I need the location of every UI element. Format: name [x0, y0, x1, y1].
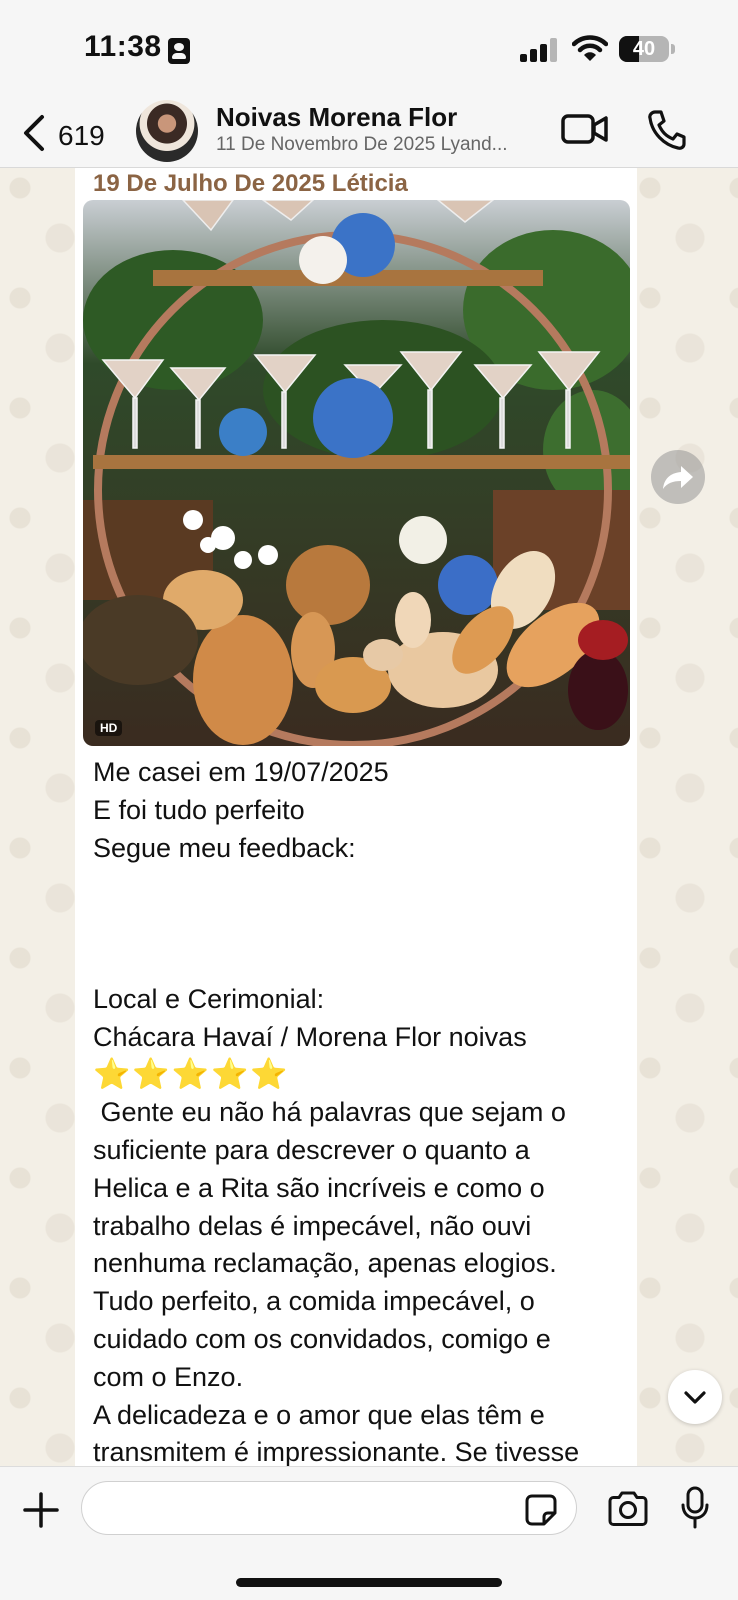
message-line: suficiente para descrever o quanto a	[93, 1134, 530, 1165]
message-line: Tudo perfeito, a comida impecável, o	[93, 1286, 535, 1317]
message-line: Gente eu não há palavras que sejam o	[93, 1097, 566, 1128]
status-bar: 11:38 40	[0, 0, 738, 100]
attach-button[interactable]	[22, 1491, 60, 1529]
message-line: nenhuma reclamação, apenas elogios.	[93, 1248, 557, 1279]
sticker-icon	[525, 1494, 557, 1526]
wifi-icon	[571, 34, 609, 64]
message-line: com o Enzo.	[93, 1361, 244, 1392]
battery-percent: 40	[632, 38, 656, 60]
message-line: Chácara Havaí / Morena Flor noivas	[93, 1021, 527, 1052]
chat-subtitle[interactable]: 11 De Novembro De 2025 Lyand...	[216, 134, 546, 156]
chat-area: 19 De Julho De 2025 Léticia HD Me casei …	[0, 168, 738, 1466]
message-text: Me casei em 19/07/2025 E foi tudo perfeit…	[93, 754, 623, 1466]
camera-icon	[608, 1491, 648, 1526]
message-line: trabalho delas é impecável, não ouvi	[93, 1210, 532, 1241]
message-line: Me casei em 19/07/2025	[93, 757, 389, 787]
cellular-signal-icon	[520, 38, 560, 62]
forward-arrow-icon	[663, 466, 693, 489]
microphone-button[interactable]	[680, 1485, 710, 1531]
message-line: cuidado com os convidados, comigo e	[93, 1323, 551, 1354]
chevron-left-icon	[24, 115, 44, 151]
message-line: A delicadeza e o amor que elas têm e	[93, 1399, 545, 1430]
video-camera-icon	[561, 114, 608, 144]
sticker-button[interactable]	[524, 1493, 558, 1527]
message-bubble[interactable]: 19 De Julho De 2025 Léticia HD Me casei …	[75, 168, 637, 1466]
video-call-button[interactable]	[560, 110, 610, 150]
message-line: transmitem é impressionante. Se tivesse	[93, 1437, 580, 1466]
contact-card-icon	[168, 38, 190, 64]
status-time: 11:38	[84, 30, 162, 63]
battery-cap	[671, 44, 675, 54]
chat-title[interactable]: Noivas Morena Flor	[216, 102, 457, 133]
message-line: E foi tudo perfeito	[93, 794, 305, 825]
voice-call-button[interactable]	[646, 108, 686, 152]
forward-button[interactable]	[651, 450, 705, 504]
chat-header: 619 Noivas Morena Flor 11 De Novembro De…	[0, 100, 738, 168]
sender-name[interactable]: 19 De Julho De 2025 Léticia	[93, 170, 408, 198]
message-line: Segue meu feedback:	[93, 832, 356, 863]
camera-button[interactable]	[606, 1489, 650, 1529]
battery-icon: 40	[619, 36, 669, 62]
catering-display-image	[83, 200, 630, 746]
group-avatar[interactable]	[136, 100, 198, 162]
chevron-down-icon	[684, 1391, 706, 1404]
unread-count: 619	[58, 120, 105, 151]
plus-icon	[23, 1492, 59, 1528]
hd-badge: HD	[95, 720, 123, 736]
message-line	[93, 905, 623, 943]
back-button[interactable]: 619	[18, 108, 118, 158]
message-line	[93, 943, 623, 981]
microphone-icon	[681, 1486, 709, 1529]
message-photo[interactable]: HD	[83, 200, 630, 746]
scroll-down-button[interactable]	[668, 1370, 722, 1424]
message-line: ⭐⭐⭐⭐⭐	[93, 1058, 290, 1092]
phone-icon	[648, 110, 686, 150]
home-indicator[interactable]	[236, 1578, 502, 1587]
message-input[interactable]	[81, 1481, 577, 1535]
message-line: Helica e a Rita são incríveis e como o	[93, 1172, 545, 1203]
message-line	[93, 867, 623, 905]
message-line: Local e Cerimonial:	[93, 983, 325, 1014]
